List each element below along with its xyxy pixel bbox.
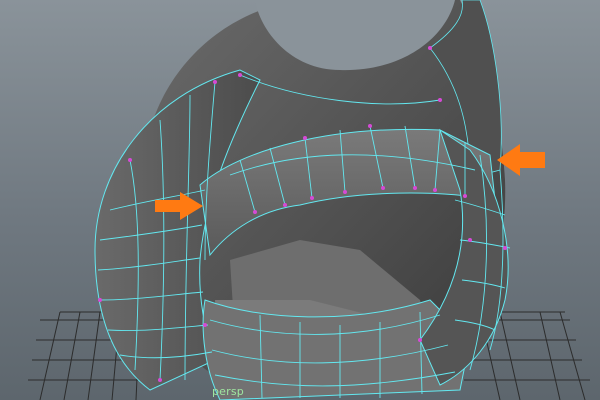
camera-label: persp: [212, 385, 244, 398]
viewport-panel[interactable]: persp: [0, 0, 600, 400]
scene-view[interactable]: [0, 0, 600, 400]
